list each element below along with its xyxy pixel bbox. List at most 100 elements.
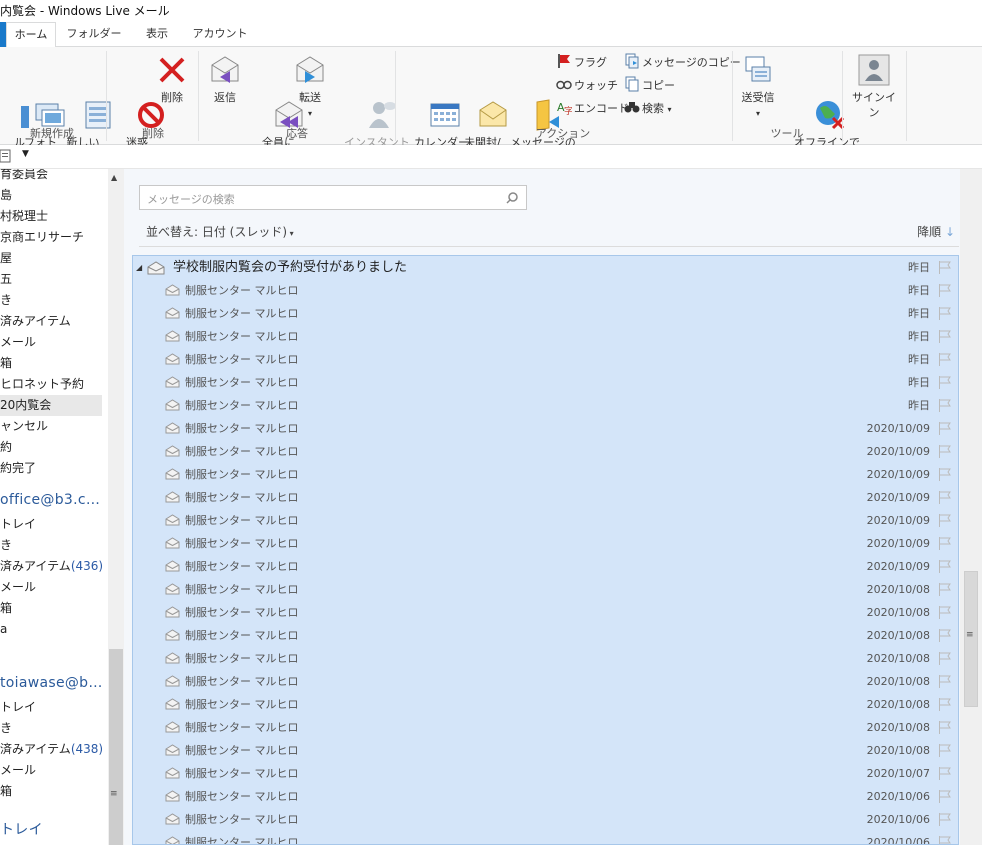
copy-button[interactable]: コピー bbox=[624, 76, 675, 96]
thread-row[interactable]: ◢ 学校制服内覧会の予約受付がありました 昨日 bbox=[133, 256, 958, 279]
customize-dropdown-icon[interactable]: ▼ bbox=[22, 149, 29, 159]
folder-item[interactable]: き bbox=[0, 290, 12, 311]
flag-icon[interactable] bbox=[938, 744, 952, 757]
tab-account[interactable]: アカウント bbox=[188, 22, 252, 47]
message-row[interactable]: 制服センター マルヒロ 昨日 bbox=[133, 302, 958, 325]
message-row[interactable]: 制服センター マルヒロ 2020/10/09 bbox=[133, 463, 958, 486]
account-partial-inbox[interactable]: トレイ bbox=[0, 819, 43, 839]
flag-icon[interactable] bbox=[938, 606, 952, 619]
flag-icon[interactable] bbox=[938, 560, 952, 573]
forward-button[interactable]: 転送 ▾ bbox=[290, 53, 330, 121]
message-row[interactable]: 制服センター マルヒロ 昨日 bbox=[133, 348, 958, 371]
flag-icon[interactable] bbox=[938, 583, 952, 596]
compose-icon[interactable] bbox=[0, 148, 14, 164]
find-button[interactable]: 検索 ▾ bbox=[624, 99, 672, 119]
folder-item[interactable]: メール bbox=[0, 577, 36, 598]
flag-button[interactable]: フラグ bbox=[556, 53, 607, 73]
message-row[interactable]: 制服センター マルヒロ 2020/10/09 bbox=[133, 417, 958, 440]
flag-icon[interactable] bbox=[938, 721, 952, 734]
flag-icon[interactable] bbox=[938, 422, 952, 435]
search-icon[interactable] bbox=[506, 192, 518, 204]
watch-button[interactable]: ウォッチ bbox=[556, 76, 618, 96]
sign-in-button[interactable]: サインイン bbox=[848, 53, 900, 120]
message-row[interactable]: 制服センター マルヒロ 2020/10/08 bbox=[133, 647, 958, 670]
message-row[interactable]: 制服センター マルヒロ 2020/10/08 bbox=[133, 670, 958, 693]
send-receive-button[interactable]: 送受信 ▾ bbox=[738, 53, 778, 121]
folder-item[interactable]: トレイ bbox=[0, 514, 36, 535]
flag-icon[interactable] bbox=[938, 399, 952, 412]
flag-icon[interactable] bbox=[938, 675, 952, 688]
collapse-thread-icon[interactable]: ◢ bbox=[136, 256, 142, 279]
flag-icon[interactable] bbox=[938, 629, 952, 642]
folder-item[interactable]: 済みアイテム bbox=[0, 311, 71, 332]
flag-icon[interactable] bbox=[938, 307, 952, 320]
search-box[interactable]: メッセージの検索 bbox=[139, 185, 527, 210]
message-row[interactable]: 制服センター マルヒロ 2020/10/08 bbox=[133, 624, 958, 647]
message-row[interactable]: 制服センター マルヒロ 2020/10/06 bbox=[133, 785, 958, 808]
message-row[interactable]: 制服センター マルヒロ 昨日 bbox=[133, 394, 958, 417]
folder-item[interactable]: ヒロネット予約 bbox=[0, 374, 84, 395]
folder-scrollbar[interactable]: ▲ ≡ bbox=[108, 169, 124, 845]
folder-item[interactable]: メール bbox=[0, 760, 36, 781]
message-row[interactable]: 制服センター マルヒロ 昨日 bbox=[133, 325, 958, 348]
folder-item[interactable]: ャンセル bbox=[0, 416, 48, 437]
message-row[interactable]: 制服センター マルヒロ 昨日 bbox=[133, 279, 958, 302]
message-row[interactable]: 制服センター マルヒロ 2020/10/09 bbox=[133, 509, 958, 532]
folder-item[interactable]: 済みアイテム(436) bbox=[0, 556, 103, 577]
tab-view[interactable]: 表示 bbox=[132, 22, 182, 47]
encode-button[interactable]: A 字エンコード bbox=[556, 99, 629, 119]
folder-item[interactable]: 島 bbox=[0, 185, 12, 206]
message-scrollbar[interactable]: ≡ bbox=[960, 169, 982, 845]
flag-icon[interactable] bbox=[938, 836, 952, 845]
message-row[interactable]: 制服センター マルヒロ 2020/10/08 bbox=[133, 578, 958, 601]
folder-item[interactable]: 箱 bbox=[0, 353, 12, 374]
message-row[interactable]: 制服センター マルヒロ 2020/10/08 bbox=[133, 739, 958, 762]
tab-folder[interactable]: フォルダー bbox=[62, 22, 126, 47]
folder-item[interactable]: 箱 bbox=[0, 598, 12, 619]
flag-icon[interactable] bbox=[938, 652, 952, 665]
flag-icon[interactable] bbox=[938, 767, 952, 780]
tab-home[interactable]: ホーム bbox=[6, 22, 56, 48]
flag-icon[interactable] bbox=[938, 284, 952, 297]
folder-item[interactable]: a bbox=[0, 619, 7, 640]
folder-item[interactable]: 村税理士 bbox=[0, 206, 48, 227]
flag-icon[interactable] bbox=[938, 353, 952, 366]
copy-message-button[interactable]: メッセージのコピー bbox=[624, 53, 741, 73]
flag-icon[interactable] bbox=[938, 445, 952, 458]
folder-item[interactable]: 20内覧会 bbox=[0, 395, 102, 416]
message-row[interactable]: 制服センター マルヒロ 2020/10/08 bbox=[133, 601, 958, 624]
folder-item[interactable]: き bbox=[0, 535, 12, 556]
folder-item[interactable]: メール bbox=[0, 332, 36, 353]
folder-item[interactable]: 約完了 bbox=[0, 458, 36, 479]
flag-icon[interactable] bbox=[938, 261, 952, 274]
scroll-up-arrow-icon[interactable]: ▲ bbox=[111, 173, 117, 182]
flag-icon[interactable] bbox=[938, 491, 952, 504]
folder-item[interactable]: 箱 bbox=[0, 781, 12, 802]
message-row[interactable]: 制服センター マルヒロ 2020/10/07 bbox=[133, 762, 958, 785]
message-row[interactable]: 制服センター マルヒロ 2020/10/06 bbox=[133, 808, 958, 831]
message-row[interactable]: 制服センター マルヒロ 2020/10/09 bbox=[133, 555, 958, 578]
folder-item[interactable]: 京商エリサーチ bbox=[0, 227, 84, 248]
folder-item[interactable]: トレイ bbox=[0, 697, 36, 718]
sort-order-toggle[interactable]: 降順 ↓ bbox=[917, 223, 955, 240]
flag-icon[interactable] bbox=[938, 330, 952, 343]
flag-icon[interactable] bbox=[938, 468, 952, 481]
folder-item[interactable]: 育委員会 bbox=[0, 169, 48, 185]
flag-icon[interactable] bbox=[938, 698, 952, 711]
message-row[interactable]: 制服センター マルヒロ 2020/10/06 bbox=[133, 831, 958, 845]
scrollbar-thumb[interactable] bbox=[109, 649, 123, 845]
flag-icon[interactable] bbox=[938, 813, 952, 826]
account-toiawase[interactable]: toiawase@b… bbox=[0, 675, 103, 691]
reply-button[interactable]: 返信 bbox=[204, 53, 246, 105]
message-row[interactable]: 制服センター マルヒロ 昨日 bbox=[133, 371, 958, 394]
sort-dropdown[interactable]: 並べ替え: 日付 (スレッド) ▾ bbox=[146, 223, 294, 240]
folder-item[interactable]: 五 bbox=[0, 269, 12, 290]
delete-button[interactable]: 削除 bbox=[152, 53, 192, 105]
account-office[interactable]: office@b3.c… bbox=[0, 492, 100, 508]
folder-item[interactable]: 約 bbox=[0, 437, 12, 458]
message-row[interactable]: 制服センター マルヒロ 2020/10/08 bbox=[133, 693, 958, 716]
flag-icon[interactable] bbox=[938, 376, 952, 389]
message-row[interactable]: 制服センター マルヒロ 2020/10/08 bbox=[133, 716, 958, 739]
folder-item[interactable]: 済みアイテム(438) bbox=[0, 739, 103, 760]
flag-icon[interactable] bbox=[938, 790, 952, 803]
